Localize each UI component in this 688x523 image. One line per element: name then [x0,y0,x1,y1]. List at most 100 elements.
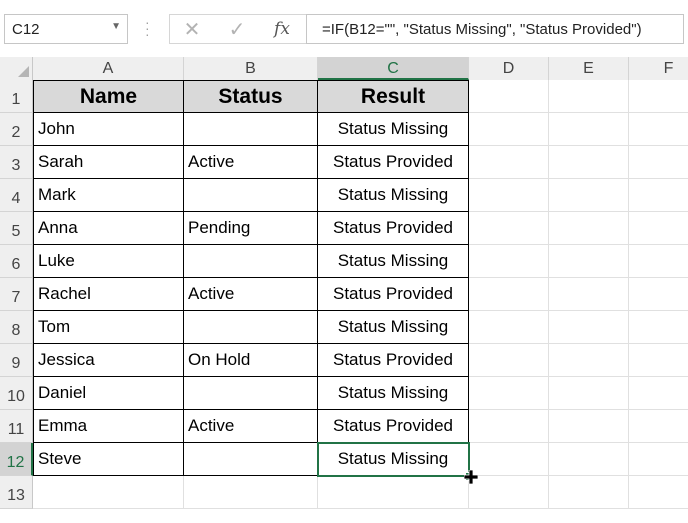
row-header-4[interactable]: 4 [0,179,33,212]
table-header-name[interactable]: Name [33,80,184,113]
empty-cell[interactable] [629,344,688,377]
empty-cell[interactable] [469,443,549,476]
table-cell-name[interactable]: Daniel [33,377,184,410]
empty-cell[interactable] [629,146,688,179]
empty-cell[interactable] [549,212,629,245]
empty-cell[interactable] [318,476,469,509]
empty-cell[interactable] [549,278,629,311]
table-cell-name[interactable]: Mark [33,179,184,212]
column-header-e[interactable]: E [549,57,629,80]
close-icon[interactable]: ✕ [170,14,214,44]
row-header-2[interactable]: 2 [0,113,33,146]
table-cell-status[interactable] [184,245,318,278]
table-cell-result[interactable]: Status Provided [318,410,469,443]
table-cell-status[interactable]: Active [184,146,318,179]
name-box[interactable]: C12 ▼ [4,14,128,44]
table-cell-name[interactable]: Luke [33,245,184,278]
table-cell-status[interactable]: Active [184,278,318,311]
table-cell-result[interactable]: Status Provided [318,344,469,377]
empty-cell[interactable] [629,476,688,509]
table-cell-status[interactable]: Active [184,410,318,443]
empty-cell[interactable] [469,146,549,179]
column-header-c[interactable]: C [318,57,469,80]
table-header-result[interactable]: Result [318,80,469,113]
check-icon[interactable]: ✓ [215,14,259,44]
row-header-6[interactable]: 6 [0,245,33,278]
empty-cell[interactable] [629,245,688,278]
table-cell-result[interactable]: Status Missing [318,311,469,344]
empty-cell[interactable] [549,113,629,146]
empty-cell[interactable] [469,212,549,245]
column-header-a[interactable]: A [33,57,184,80]
insert-function-button[interactable]: fx [260,14,304,44]
table-cell-status[interactable] [184,377,318,410]
empty-cell[interactable] [549,476,629,509]
empty-cell[interactable] [629,410,688,443]
empty-cell[interactable] [469,311,549,344]
empty-cell[interactable] [629,113,688,146]
table-cell-status[interactable]: Pending [184,212,318,245]
table-cell-name[interactable]: Rachel [33,278,184,311]
table-cell-result[interactable]: Status Provided [318,212,469,245]
empty-cell[interactable] [469,278,549,311]
row-header-5[interactable]: 5 [0,212,33,245]
empty-cell[interactable] [549,344,629,377]
table-cell-name[interactable]: Sarah [33,146,184,179]
empty-cell[interactable] [629,377,688,410]
empty-cell[interactable] [184,476,318,509]
row-header-7[interactable]: 7 [0,278,33,311]
drag-handle-icon[interactable]: · · · [145,15,150,41]
empty-cell[interactable] [549,80,629,113]
empty-cell[interactable] [469,245,549,278]
row-header-8[interactable]: 8 [0,311,33,344]
table-cell-status[interactable] [184,113,318,146]
row-header-1[interactable]: 1 [0,80,33,113]
row-header-9[interactable]: 9 [0,344,33,377]
empty-cell[interactable] [469,80,549,113]
table-cell-name[interactable]: Steve [33,443,184,476]
table-cell-result[interactable]: Status Missing [318,245,469,278]
empty-cell[interactable] [629,278,688,311]
empty-cell[interactable] [629,80,688,113]
chevron-down-icon[interactable]: ▼ [111,21,121,32]
table-cell-status[interactable]: On Hold [184,344,318,377]
formula-input[interactable]: =IF(B12="", "Status Missing", "Status Pr… [306,14,684,44]
empty-cell[interactable] [549,377,629,410]
table-cell-status[interactable] [184,179,318,212]
row-header-13[interactable]: 13 [0,476,33,509]
empty-cell[interactable] [549,311,629,344]
empty-cell[interactable] [549,245,629,278]
table-cell-status[interactable] [184,443,318,476]
empty-cell[interactable] [629,179,688,212]
table-cell-status[interactable] [184,311,318,344]
empty-cell[interactable] [469,377,549,410]
table-cell-result[interactable]: Status Provided [318,278,469,311]
select-all-button[interactable] [0,57,33,80]
empty-cell[interactable] [469,179,549,212]
table-header-status[interactable]: Status [184,80,318,113]
empty-cell[interactable] [549,443,629,476]
table-cell-result[interactable]: Status Missing [318,113,469,146]
row-header-11[interactable]: 11 [0,410,33,443]
table-cell-result[interactable]: Status Missing [318,377,469,410]
empty-cell[interactable] [629,212,688,245]
empty-cell[interactable] [549,146,629,179]
empty-cell[interactable] [469,476,549,509]
table-cell-name[interactable]: Tom [33,311,184,344]
empty-cell[interactable] [469,410,549,443]
table-cell-name[interactable]: Emma [33,410,184,443]
column-header-d[interactable]: D [469,57,549,80]
column-header-b[interactable]: B [184,57,318,80]
table-cell-result[interactable]: Status Provided [318,146,469,179]
row-header-10[interactable]: 10 [0,377,33,410]
table-cell-name[interactable]: Anna [33,212,184,245]
table-cell-result[interactable]: Status Missing [318,179,469,212]
row-header-12[interactable]: 12 [0,443,33,476]
row-header-3[interactable]: 3 [0,146,33,179]
table-cell-name[interactable]: John [33,113,184,146]
empty-cell[interactable] [469,113,549,146]
empty-cell[interactable] [469,344,549,377]
empty-cell[interactable] [629,443,688,476]
empty-cell[interactable] [549,179,629,212]
table-cell-name[interactable]: Jessica [33,344,184,377]
